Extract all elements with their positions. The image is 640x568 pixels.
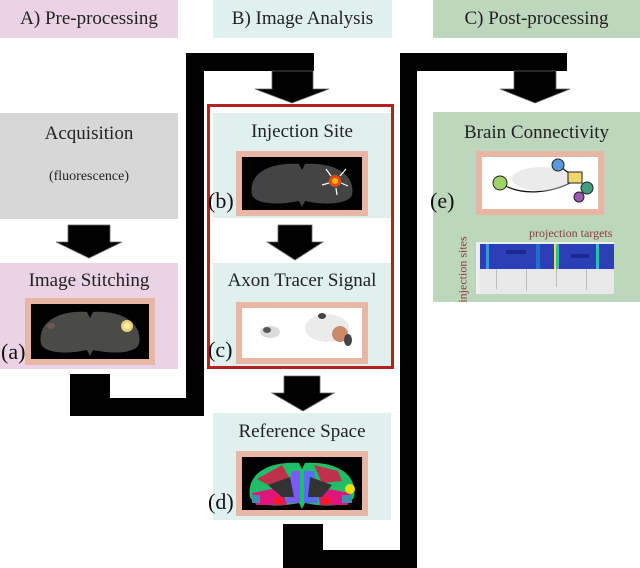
axon-title: Axon Tracer Signal bbox=[227, 270, 377, 291]
step-reference-space: Reference Space (d) bbox=[208, 413, 391, 520]
stitching-title: Image Stitching bbox=[28, 270, 150, 291]
axon-image-frame bbox=[236, 302, 368, 364]
matrix-ylabel: injection sites bbox=[455, 236, 470, 303]
axon-signal-image bbox=[260, 313, 352, 346]
reference-image-frame bbox=[236, 451, 368, 516]
connectivity-matrix-image bbox=[480, 244, 614, 294]
step-acquisition: Acquisition (fluorescence) bbox=[0, 113, 178, 219]
connectivity-graph-frame bbox=[476, 151, 604, 215]
step-injection-site: Injection Site (b) bbox=[208, 113, 391, 218]
arrow-injection-to-axon bbox=[265, 224, 325, 261]
axon-tag: (c) bbox=[208, 337, 233, 362]
brain-section-image bbox=[40, 311, 140, 356]
step-axon-tracer-signal: Axon Tracer Signal (c) bbox=[208, 263, 391, 366]
matrix-xlabel: projection targets bbox=[529, 226, 613, 240]
connectivity-tag: (e) bbox=[430, 188, 455, 213]
connectivity-title: Brain Connectivity bbox=[463, 122, 610, 143]
stitching-tag: (a) bbox=[1, 339, 26, 364]
reference-title: Reference Space bbox=[238, 421, 366, 442]
arrow-acquisition-to-stitching bbox=[55, 224, 123, 259]
step-image-stitching: Image Stitching (a) bbox=[0, 263, 178, 369]
acquisition-subtitle: (fluorescence) bbox=[48, 169, 130, 184]
stitching-image-frame bbox=[25, 298, 155, 365]
connectivity-matrix bbox=[476, 242, 614, 294]
reference-tag: (d) bbox=[208, 489, 234, 514]
reference-atlas-image bbox=[249, 462, 355, 509]
arrow-axon-to-reference bbox=[270, 375, 336, 412]
injection-tag: (b) bbox=[208, 188, 234, 213]
injection-title: Injection Site bbox=[251, 121, 353, 142]
injection-site-image bbox=[251, 163, 353, 207]
connectivity-graph-image bbox=[492, 158, 594, 203]
step-brain-connectivity: Brain Connectivity (e) projection target… bbox=[430, 112, 640, 303]
acquisition-title: Acquisition bbox=[44, 123, 134, 144]
injection-image-frame bbox=[236, 151, 368, 216]
